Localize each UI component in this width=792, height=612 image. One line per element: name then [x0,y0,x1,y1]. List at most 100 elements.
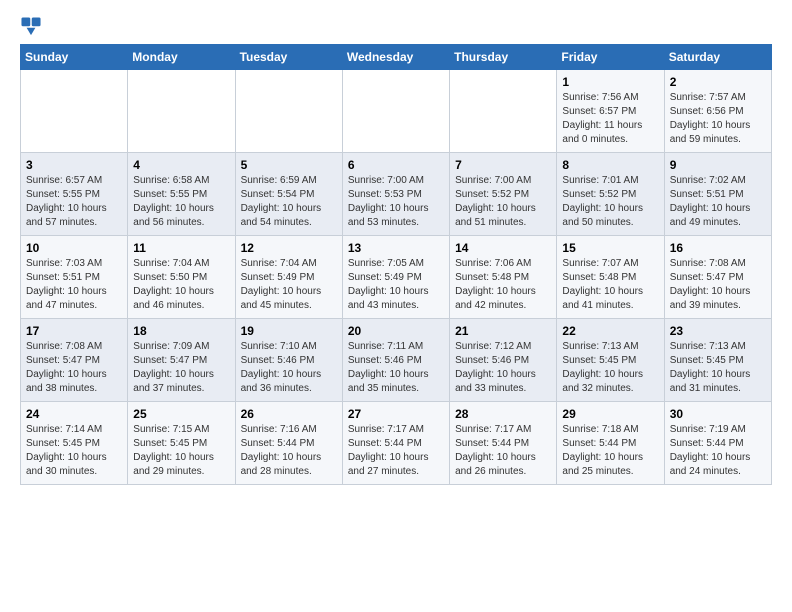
day-info: Sunrise: 7:02 AMSunset: 5:51 PMDaylight:… [670,174,766,230]
day-number: 9 [670,158,766,172]
calendar-cell: 21Sunrise: 7:12 AMSunset: 5:46 PMDayligh… [450,319,557,402]
day-info: Sunrise: 7:05 AMSunset: 5:49 PMDaylight:… [348,257,444,313]
col-header-saturday: Saturday [664,45,771,70]
day-number: 22 [562,324,658,338]
day-info: Sunrise: 7:10 AMSunset: 5:46 PMDaylight:… [241,340,337,396]
day-info: Sunrise: 7:56 AMSunset: 6:57 PMDaylight:… [562,91,658,147]
day-info: Sunrise: 7:01 AMSunset: 5:52 PMDaylight:… [562,174,658,230]
calendar-cell: 3Sunrise: 6:57 AMSunset: 5:55 PMDaylight… [21,153,128,236]
day-number: 26 [241,407,337,421]
calendar-week-row: 3Sunrise: 6:57 AMSunset: 5:55 PMDaylight… [21,153,772,236]
calendar-cell: 5 Sunrise: 6:59 AMSunset: 5:54 PMDaylight… [235,153,342,236]
calendar-cell: 17 Sunrise: 7:08 AMSunset: 5:47 PMDayligh… [21,319,128,402]
calendar-cell: 30 Sunrise: 7:19 AMSunset: 5:44 PMDayligh… [664,402,771,485]
day-number: 27 [348,407,444,421]
calendar-cell: 19 Sunrise: 7:10 AMSunset: 5:46 PMDayligh… [235,319,342,402]
day-number: 12 [241,241,337,255]
calendar-cell: 15 Sunrise: 7:07 AMSunset: 5:48 PMDayligh… [557,236,664,319]
calendar-cell [342,70,449,153]
day-info: Sunrise: 7:04 AMSunset: 5:49 PMDaylight:… [241,257,337,313]
logo-icon [20,16,42,38]
calendar-cell: 29 Sunrise: 7:18 AMSunset: 5:44 PMDayligh… [557,402,664,485]
day-info: Sunrise: 7:15 AMSunset: 5:45 PMDaylight:… [133,423,229,479]
calendar-cell [450,70,557,153]
calendar-cell: 11 Sunrise: 7:04 AMSunset: 5:50 PMDayligh… [128,236,235,319]
day-info: Sunrise: 6:59 AMSunset: 5:54 PMDaylight:… [241,174,337,230]
day-info: Sunrise: 7:19 AMSunset: 5:44 PMDaylight:… [670,423,766,479]
day-number: 20 [348,324,444,338]
day-number: 14 [455,241,551,255]
calendar-cell: 26 Sunrise: 7:16 AMSunset: 5:44 PMDayligh… [235,402,342,485]
day-info: Sunrise: 7:08 AMSunset: 5:47 PMDaylight:… [26,340,122,396]
day-number: 6 [348,158,444,172]
day-info: Sunrise: 7:13 AMSunset: 5:45 PMDaylight:… [670,340,766,396]
calendar-cell: 8 Sunrise: 7:01 AMSunset: 5:52 PMDaylight… [557,153,664,236]
day-number: 11 [133,241,229,255]
day-info: Sunrise: 7:04 AMSunset: 5:50 PMDaylight:… [133,257,229,313]
calendar-week-row: 24 Sunrise: 7:14 AMSunset: 5:45 PMDayligh… [21,402,772,485]
day-number: 5 [241,158,337,172]
day-info: Sunrise: 7:16 AMSunset: 5:44 PMDaylight:… [241,423,337,479]
calendar-cell [21,70,128,153]
calendar-cell: 10Sunrise: 7:03 AMSunset: 5:51 PMDayligh… [21,236,128,319]
page-header [20,16,772,38]
calendar-cell: 1 Sunrise: 7:56 AMSunset: 6:57 PMDaylight… [557,70,664,153]
day-number: 2 [670,75,766,89]
calendar-cell: 6 Sunrise: 7:00 AMSunset: 5:53 PMDaylight… [342,153,449,236]
col-header-sunday: Sunday [21,45,128,70]
day-info: Sunrise: 7:09 AMSunset: 5:47 PMDaylight:… [133,340,229,396]
day-info: Sunrise: 7:17 AMSunset: 5:44 PMDaylight:… [348,423,444,479]
day-number: 17 [26,324,122,338]
calendar-cell [235,70,342,153]
calendar-cell: 14Sunrise: 7:06 AMSunset: 5:48 PMDayligh… [450,236,557,319]
calendar-cell: 7 Sunrise: 7:00 AMSunset: 5:52 PMDaylight… [450,153,557,236]
day-info: Sunrise: 7:00 AMSunset: 5:53 PMDaylight:… [348,174,444,230]
day-number: 3 [26,158,122,172]
day-info: Sunrise: 7:12 AMSunset: 5:46 PMDaylight:… [455,340,551,396]
calendar-cell: 28 Sunrise: 7:17 AMSunset: 5:44 PMDayligh… [450,402,557,485]
calendar-week-row: 1 Sunrise: 7:56 AMSunset: 6:57 PMDaylight… [21,70,772,153]
day-number: 15 [562,241,658,255]
day-number: 19 [241,324,337,338]
col-header-thursday: Thursday [450,45,557,70]
day-number: 8 [562,158,658,172]
col-header-monday: Monday [128,45,235,70]
day-number: 24 [26,407,122,421]
day-info: Sunrise: 7:00 AMSunset: 5:52 PMDaylight:… [455,174,551,230]
day-number: 18 [133,324,229,338]
day-number: 16 [670,241,766,255]
calendar-table: SundayMondayTuesdayWednesdayThursdayFrid… [20,44,772,485]
day-number: 10 [26,241,122,255]
day-number: 30 [670,407,766,421]
day-number: 29 [562,407,658,421]
day-number: 4 [133,158,229,172]
calendar-cell: 20 Sunrise: 7:11 AMSunset: 5:46 PMDayligh… [342,319,449,402]
calendar-cell: 18 Sunrise: 7:09 AMSunset: 5:47 PMDayligh… [128,319,235,402]
day-info: Sunrise: 6:58 AMSunset: 5:55 PMDaylight:… [133,174,229,230]
col-header-tuesday: Tuesday [235,45,342,70]
day-info: Sunrise: 7:07 AMSunset: 5:48 PMDaylight:… [562,257,658,313]
calendar-cell: 12 Sunrise: 7:04 AMSunset: 5:49 PMDayligh… [235,236,342,319]
calendar-cell: 2Sunrise: 7:57 AMSunset: 6:56 PMDaylight… [664,70,771,153]
calendar-cell: 16 Sunrise: 7:08 AMSunset: 5:47 PMDayligh… [664,236,771,319]
day-info: Sunrise: 7:14 AMSunset: 5:45 PMDaylight:… [26,423,122,479]
calendar-cell: 27 Sunrise: 7:17 AMSunset: 5:44 PMDayligh… [342,402,449,485]
calendar-cell: 9 Sunrise: 7:02 AMSunset: 5:51 PMDaylight… [664,153,771,236]
day-info: Sunrise: 7:17 AMSunset: 5:44 PMDaylight:… [455,423,551,479]
day-number: 23 [670,324,766,338]
day-info: Sunrise: 7:08 AMSunset: 5:47 PMDaylight:… [670,257,766,313]
day-info: Sunrise: 7:11 AMSunset: 5:46 PMDaylight:… [348,340,444,396]
col-header-friday: Friday [557,45,664,70]
day-number: 1 [562,75,658,89]
calendar-week-row: 10Sunrise: 7:03 AMSunset: 5:51 PMDayligh… [21,236,772,319]
calendar-cell: 24 Sunrise: 7:14 AMSunset: 5:45 PMDayligh… [21,402,128,485]
day-number: 25 [133,407,229,421]
day-info: Sunrise: 7:13 AMSunset: 5:45 PMDaylight:… [562,340,658,396]
day-number: 7 [455,158,551,172]
day-number: 28 [455,407,551,421]
calendar-cell: 4 Sunrise: 6:58 AMSunset: 5:55 PMDaylight… [128,153,235,236]
day-info: Sunrise: 7:18 AMSunset: 5:44 PMDaylight:… [562,423,658,479]
calendar-cell: 23 Sunrise: 7:13 AMSunset: 5:45 PMDayligh… [664,319,771,402]
calendar-cell: 22 Sunrise: 7:13 AMSunset: 5:45 PMDayligh… [557,319,664,402]
calendar-cell [128,70,235,153]
